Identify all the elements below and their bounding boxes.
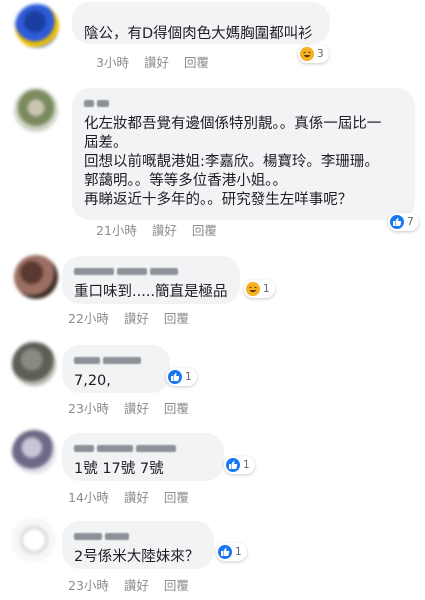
reply-button[interactable]: 回覆 <box>164 398 189 417</box>
reply-button[interactable]: 回覆 <box>164 575 189 594</box>
comment-text: 1號 17號 7號 <box>74 461 164 477</box>
reaction-count: 1 <box>263 283 270 295</box>
reply-button[interactable]: 回覆 <box>164 308 189 327</box>
comment-time[interactable]: 23小時 <box>68 575 109 594</box>
like-icon <box>218 545 232 559</box>
comment-text: 2号係米大陸妹來？ <box>74 549 200 565</box>
comment-time[interactable]: 3小時 <box>96 52 129 71</box>
comment-actions: 21小時 讚好 回覆 <box>96 220 217 239</box>
comment-bubble: 2号係米大陸妹來？ <box>62 521 214 569</box>
reaction-summary[interactable]: 1 <box>216 543 247 561</box>
comment-actions: 14小時 讚好 回覆 <box>68 487 189 506</box>
like-button[interactable]: 讚好 <box>124 398 149 417</box>
like-icon <box>226 458 240 472</box>
author-name[interactable] <box>84 97 403 109</box>
avatar[interactable] <box>15 4 59 48</box>
author-name[interactable] <box>74 442 212 454</box>
like-icon <box>390 215 404 229</box>
reaction-count: 1 <box>185 371 192 383</box>
reaction-summary[interactable]: 3 <box>298 45 329 63</box>
comment-text: 重口味到.....簡直是極品 <box>74 284 228 300</box>
comment-bubble: 陰公，有D得個肉色大媽胸圍都叫衫 <box>72 2 330 44</box>
haha-icon <box>300 47 314 61</box>
reply-button[interactable]: 回覆 <box>184 52 209 71</box>
reaction-count: 1 <box>243 459 250 471</box>
reaction-count: 1 <box>235 546 242 558</box>
avatar[interactable] <box>12 518 56 562</box>
comment-bubble: 7,20, <box>62 345 170 393</box>
reaction-summary[interactable]: 1 <box>224 456 255 474</box>
like-button[interactable]: 讚好 <box>152 220 177 239</box>
comment-time[interactable]: 14小時 <box>68 487 109 506</box>
comment-text: 7,20, <box>74 373 111 389</box>
comment-actions: 22小時 讚好 回覆 <box>68 308 189 327</box>
like-button[interactable]: 讚好 <box>124 575 149 594</box>
avatar[interactable] <box>12 430 56 474</box>
reaction-count: 3 <box>317 48 324 60</box>
reply-button[interactable]: 回覆 <box>192 220 217 239</box>
reaction-count: 7 <box>407 216 414 228</box>
comment-actions: 23小時 讚好 回覆 <box>68 398 189 417</box>
reaction-summary[interactable]: 1 <box>166 368 197 386</box>
reaction-summary[interactable]: 1 <box>244 280 275 298</box>
author-name[interactable] <box>74 354 158 366</box>
avatar[interactable] <box>14 255 58 299</box>
comment-actions: 3小時 讚好 回覆 <box>96 52 209 71</box>
comment-text: 化左妝都吾覺有邊個係特別靚。。真係一屆比一 屆差。 回想以前嘅靚港姐:李嘉欣。楊… <box>84 116 382 208</box>
comment-time[interactable]: 22小時 <box>68 308 109 327</box>
like-button[interactable]: 讚好 <box>144 52 169 71</box>
author-name[interactable] <box>74 530 202 542</box>
like-icon <box>168 370 182 384</box>
avatar[interactable] <box>14 88 58 132</box>
author-name[interactable] <box>74 265 228 277</box>
like-button[interactable]: 讚好 <box>124 308 149 327</box>
comment-actions: 23小時 讚好 回覆 <box>68 575 189 594</box>
avatar[interactable] <box>12 342 56 386</box>
comment-bubble: 化左妝都吾覺有邊個係特別靚。。真係一屆比一 屆差。 回想以前嘅靚港姐:李嘉欣。楊… <box>72 88 415 220</box>
comment-bubble: 重口味到.....簡直是極品 <box>62 256 240 304</box>
reply-button[interactable]: 回覆 <box>164 487 189 506</box>
like-button[interactable]: 讚好 <box>124 487 149 506</box>
haha-icon <box>246 282 260 296</box>
comment-bubble: 1號 17號 7號 <box>62 433 224 481</box>
comment-text: 陰公，有D得個肉色大媽胸圍都叫衫 <box>84 26 313 42</box>
reaction-summary[interactable]: 7 <box>388 213 419 231</box>
comment-time[interactable]: 23小時 <box>68 398 109 417</box>
comment-time[interactable]: 21小時 <box>96 220 137 239</box>
